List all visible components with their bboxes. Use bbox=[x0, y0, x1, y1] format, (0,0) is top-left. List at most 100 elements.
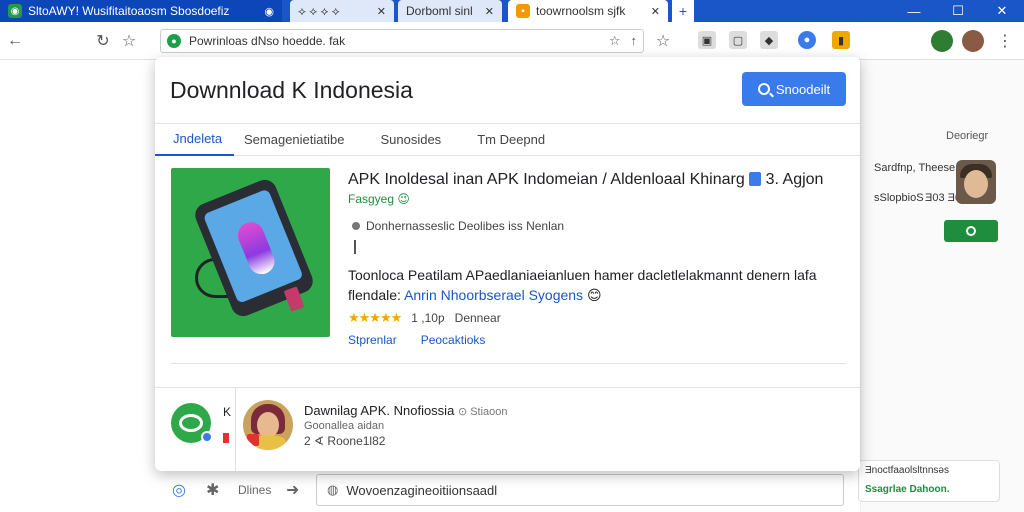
pin-icon: ◍ bbox=[327, 482, 339, 497]
tab-close-icon[interactable]: ✕ bbox=[377, 5, 386, 18]
verified-badge-icon bbox=[749, 172, 762, 186]
right-panel-card-green-text: Ssagrlae Dahoon. bbox=[865, 484, 950, 495]
result-tabs: Jndeleta Semagenietiatibe Sunosides Tm D… bbox=[155, 123, 860, 156]
address-bar-url: Powrinloas dNso hoedde. fak bbox=[189, 34, 346, 48]
extension-icon[interactable]: ◆ bbox=[760, 31, 778, 49]
emoji-smile-icon: 😉 bbox=[397, 192, 410, 206]
browser-tab-3[interactable]: Dorboml sinl ✕ bbox=[398, 0, 502, 22]
right-panel-avatar[interactable] bbox=[956, 160, 996, 204]
tab-tm-deepnd[interactable]: Tm Deepnd bbox=[459, 123, 563, 156]
tab-label: Dorboml sinl bbox=[406, 4, 473, 18]
star-icon[interactable]: ☆ bbox=[650, 28, 676, 54]
tab-semagenietiatibe[interactable]: Semagenietiatibe bbox=[234, 123, 362, 156]
browser-tab-2[interactable]: ⟡ ⟡ ⟡ ⟡ ✕ bbox=[290, 0, 394, 22]
divider bbox=[171, 363, 846, 364]
tab-label: SltoAWY! Wusifitaitoaosm Sbosdoefiz bbox=[28, 4, 230, 18]
tab-indeleta[interactable]: Jndeleta bbox=[155, 123, 234, 156]
back-icon[interactable]: ← bbox=[2, 28, 28, 54]
info-icon[interactable]: ◎ bbox=[172, 480, 186, 500]
bullet-icon bbox=[352, 222, 360, 230]
bottom-search-input[interactable]: ◍ Wovoenzagineoitiionsaadl bbox=[316, 474, 844, 506]
right-panel-text: sSlopbioS bbox=[874, 192, 924, 204]
bookmark-icon[interactable]: ☆ bbox=[609, 33, 621, 49]
verified-icon bbox=[201, 431, 213, 443]
right-panel-green-button[interactable] bbox=[944, 220, 998, 242]
search-button[interactable]: Snoodeilt bbox=[742, 72, 846, 106]
site-secure-icon: ● bbox=[167, 34, 181, 48]
right-panel bbox=[860, 60, 1024, 512]
bottom-search-text: Wovoenzagineoitiionsaadl bbox=[346, 482, 498, 498]
menu-icon[interactable]: ⋮ bbox=[992, 28, 1018, 54]
browser-toolbar: ← ↻ ☆ ● Powrinloas dNso hoedde. fak ☆ ↑ … bbox=[0, 22, 1024, 60]
right-panel-card[interactable]: Ǝnoctfaaolsltnnsǝs Ssagrlae Dahoon. bbox=[858, 460, 1000, 502]
tab-close-icon[interactable]: ✕ bbox=[651, 5, 660, 18]
right-panel-text: Sardfnp, Theese bbox=[874, 162, 956, 174]
app-description-prefix: flendale: bbox=[348, 287, 405, 303]
close-icon[interactable]: ✕ bbox=[980, 0, 1024, 22]
tab-label: ⟡ ⟡ ⟡ ⟡ bbox=[298, 3, 340, 18]
address-bar[interactable]: ● Powrinloas dNso hoedde. fak ☆ ↑ bbox=[160, 29, 644, 53]
tab-sunosides[interactable]: Sunosides bbox=[362, 123, 459, 156]
app-title-suffix: 3. Agjon bbox=[765, 171, 824, 188]
browser-tab-strip: ◉ SltoAWY! Wusifitaitoaosm Sbosdoefiz ◉ … bbox=[0, 0, 1024, 22]
search-result-card: Downnload K Indonesia Snoodeilt Jndeleta… bbox=[155, 57, 860, 471]
tab-label: toowrnoolsm sjfk bbox=[536, 4, 626, 18]
right-panel-label: Deoriegr bbox=[946, 130, 989, 142]
app-icon-image[interactable] bbox=[171, 168, 330, 337]
app-developer[interactable]: Fasgyeg 😉 bbox=[348, 192, 410, 206]
new-tab-button[interactable]: + bbox=[672, 0, 694, 22]
rating-label: Dennear bbox=[454, 311, 501, 325]
author-avatar[interactable] bbox=[243, 400, 293, 450]
footer-title[interactable]: Dawnilag APK. Nnofiossia ⊙ Stiaoon bbox=[304, 403, 508, 418]
divider bbox=[155, 387, 860, 388]
maximize-icon[interactable]: ☐ bbox=[936, 0, 980, 22]
browser-tab-1[interactable]: ◉ SltoAWY! Wusifitaitoaosm Sbosdoefiz ◉ bbox=[0, 0, 282, 22]
extension-icon[interactable]: ● bbox=[798, 31, 816, 49]
footer-k-label: K bbox=[223, 405, 232, 419]
tab-close-icon[interactable]: ✕ bbox=[485, 5, 494, 18]
browser-tab-4[interactable]: ▪ toowrnoolsm sjfk ✕ bbox=[508, 0, 668, 22]
window-controls: — ☐ ✕ bbox=[892, 0, 1024, 22]
circle-icon bbox=[966, 226, 976, 236]
search-icon bbox=[757, 83, 770, 95]
footer-title-meta: ⊙ Stiaoon bbox=[457, 406, 508, 418]
minimize-icon[interactable]: — bbox=[892, 0, 936, 22]
extension-pin-icon[interactable]: ↑ bbox=[631, 33, 638, 49]
puzzle-icon[interactable]: ✱ bbox=[206, 480, 219, 500]
page-title: Downnload K Indonesia bbox=[170, 77, 413, 103]
footer-subtitle: Goonallea aidan bbox=[304, 420, 385, 432]
tab-close-icon[interactable]: ◉ bbox=[264, 5, 274, 18]
bottom-bar: ◎ ✱ Dlines ➜ ◍ Wovoenzagineoitiionsaadl bbox=[0, 470, 860, 512]
app-subtitle: Donhernasseslic Deolibes iss Nenlan bbox=[352, 219, 564, 233]
extension-icon[interactable]: ▣ bbox=[698, 31, 716, 49]
text-caret bbox=[354, 240, 356, 254]
profile-avatar[interactable] bbox=[962, 30, 984, 52]
emoji-smile-icon: 😊 bbox=[586, 287, 602, 303]
app-title[interactable]: APK Inoldesal inan APK Indomeian / Alden… bbox=[348, 171, 823, 189]
profile-avatar[interactable] bbox=[931, 30, 953, 52]
tab-favicon-icon: ▪ bbox=[516, 4, 530, 18]
tab-favicon-icon: ◉ bbox=[8, 4, 22, 18]
bottom-bar-label: Dlines bbox=[238, 483, 272, 497]
red-marker-icon bbox=[223, 433, 229, 443]
app-description-link[interactable]: Anrin Nhoorbserael Syogens bbox=[404, 287, 583, 303]
app-title-text: APK Inoldesal inan APK Indomeian / Alden… bbox=[348, 171, 745, 188]
extension-icon[interactable]: ▮ bbox=[832, 31, 850, 49]
app-description: Toonloca Peatilam APaedlaniaeianluen ham… bbox=[348, 265, 848, 305]
logo-ring-icon bbox=[179, 414, 203, 432]
arrow-right-icon[interactable]: ➜ bbox=[286, 480, 299, 500]
app-link-1[interactable]: Stprenlar bbox=[348, 333, 397, 347]
bookmark-star-icon[interactable]: ☆ bbox=[116, 28, 142, 54]
app-links: Stprenlar Peocaktioks bbox=[348, 333, 485, 347]
rating-stars-icon: ★★★★★ bbox=[348, 310, 402, 325]
reload-icon[interactable]: ↻ bbox=[90, 28, 116, 54]
footer-number: 2 ∢ Roone1l82 bbox=[304, 434, 386, 448]
app-link-2[interactable]: Peocaktioks bbox=[421, 333, 486, 347]
right-panel-card-text: Ǝnoctfaaolsltnnsǝs bbox=[865, 465, 949, 476]
site-logo[interactable] bbox=[171, 403, 213, 443]
divider bbox=[235, 387, 236, 471]
app-rating: ★★★★★ 1 ,10ƿ Dennear bbox=[348, 310, 501, 326]
extension-icon[interactable]: ▢ bbox=[729, 31, 747, 49]
rating-value: 1 ,10ƿ bbox=[411, 311, 445, 325]
app-description-line: Toonloca Peatilam APaedlaniaeianluen ham… bbox=[348, 267, 817, 283]
